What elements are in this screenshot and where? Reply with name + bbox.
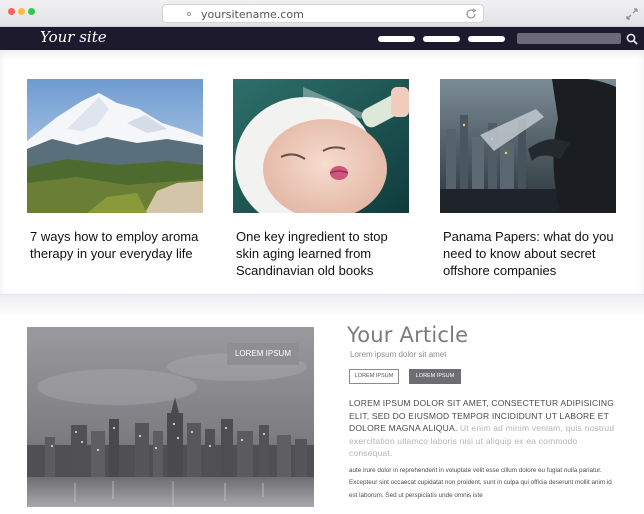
- lock-icon: [187, 12, 191, 16]
- hero-image-block[interactable]: LOREM IPSUM: [27, 327, 314, 507]
- article-content: Your Article Lorem ipsum dolor sit amet …: [347, 323, 617, 502]
- article-body-paragraph: aute irure dolor in reprehenderit in vol…: [349, 466, 612, 499]
- article-section: LOREM IPSUM Your Article Lorem ipsum dol…: [0, 294, 644, 514]
- article-card[interactable]: One key ingredient to stop skin aging le…: [233, 79, 409, 279]
- featured-cards-section: 7 ways how to employ aroma therapy in yo…: [0, 50, 644, 294]
- article-lead-paragraph: LOREM IPSUM DOLOR SIT AMET, CONSECTETUR …: [349, 397, 617, 460]
- maximize-window-button[interactable]: [28, 8, 35, 15]
- hero-tag-label[interactable]: LOREM IPSUM: [227, 343, 299, 365]
- nav-link-1[interactable]: [378, 36, 415, 42]
- site-logo[interactable]: Your site: [40, 28, 107, 46]
- card-title[interactable]: One key ingredient to stop skin aging le…: [233, 228, 413, 279]
- card-title[interactable]: 7 ways how to employ aroma therapy in yo…: [27, 228, 207, 262]
- address-bar[interactable]: yoursitename.com: [162, 4, 484, 23]
- card-title[interactable]: Panama Papers: what do you need to know …: [440, 228, 620, 279]
- search-icon[interactable]: [626, 32, 638, 50]
- nav-link-3[interactable]: [468, 36, 505, 42]
- spa-facial-image[interactable]: [233, 79, 409, 213]
- nav-link-2[interactable]: [423, 36, 460, 42]
- business-city-image[interactable]: [440, 79, 616, 213]
- mountain-image[interactable]: [27, 79, 203, 213]
- browser-chrome: yoursitename.com: [0, 0, 644, 27]
- article-card[interactable]: Panama Papers: what do you need to know …: [440, 79, 616, 279]
- article-title: Your Article: [347, 323, 469, 347]
- filled-button[interactable]: LOREM IPSUM: [409, 369, 461, 384]
- outline-button[interactable]: LOREM IPSUM: [349, 369, 399, 384]
- close-window-button[interactable]: [8, 8, 15, 15]
- search-input[interactable]: [517, 33, 621, 44]
- address-url: yoursitename.com: [201, 8, 304, 21]
- article-button-row: LOREM IPSUM LOREM IPSUM: [347, 369, 617, 385]
- article-subtitle: Lorem ipsum dolor sit amet: [350, 350, 447, 359]
- resize-icon[interactable]: [626, 7, 638, 25]
- minimize-window-button[interactable]: [18, 8, 25, 15]
- reload-icon[interactable]: [464, 7, 478, 26]
- article-card[interactable]: 7 ways how to employ aroma therapy in yo…: [27, 79, 203, 262]
- site-navbar: Your site: [0, 27, 644, 50]
